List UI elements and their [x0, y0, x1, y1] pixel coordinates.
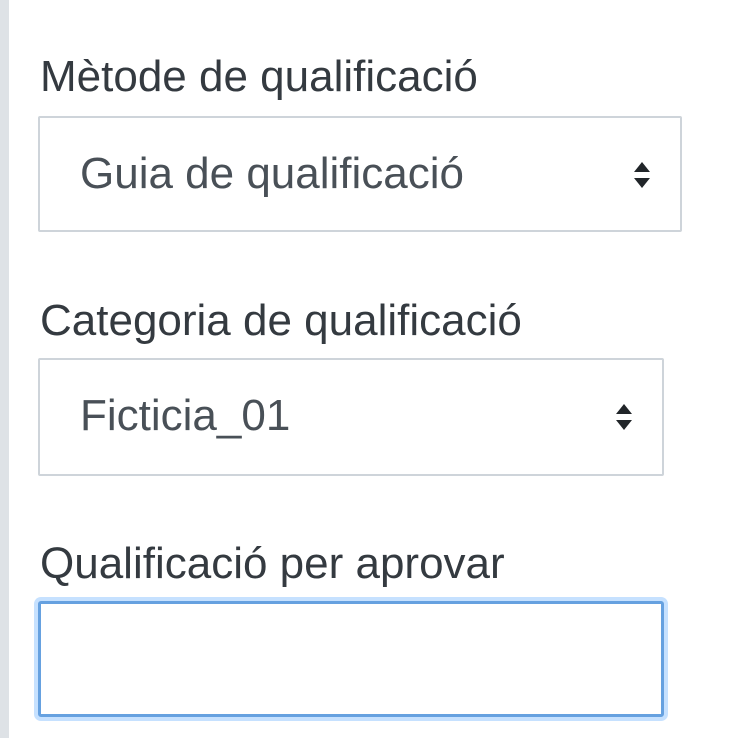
grading-method-selected-value: Guia de qualificació: [80, 149, 465, 198]
left-border-rule: [0, 0, 9, 738]
sort-updown-icon: [634, 162, 650, 188]
grade-category-select[interactable]: Ficticia_01: [38, 358, 664, 476]
grade-to-pass-input[interactable]: [38, 601, 664, 717]
grading-method-select[interactable]: Guia de qualificació: [38, 116, 682, 232]
grade-category-selected-value: Ficticia_01: [80, 391, 291, 440]
grading-method-label: Mètode de qualificació: [40, 52, 478, 101]
sort-updown-icon: [616, 404, 632, 430]
grade-category-label: Categoria de qualificació: [40, 296, 522, 345]
grade-to-pass-label: Qualificació per aprovar: [40, 539, 505, 588]
